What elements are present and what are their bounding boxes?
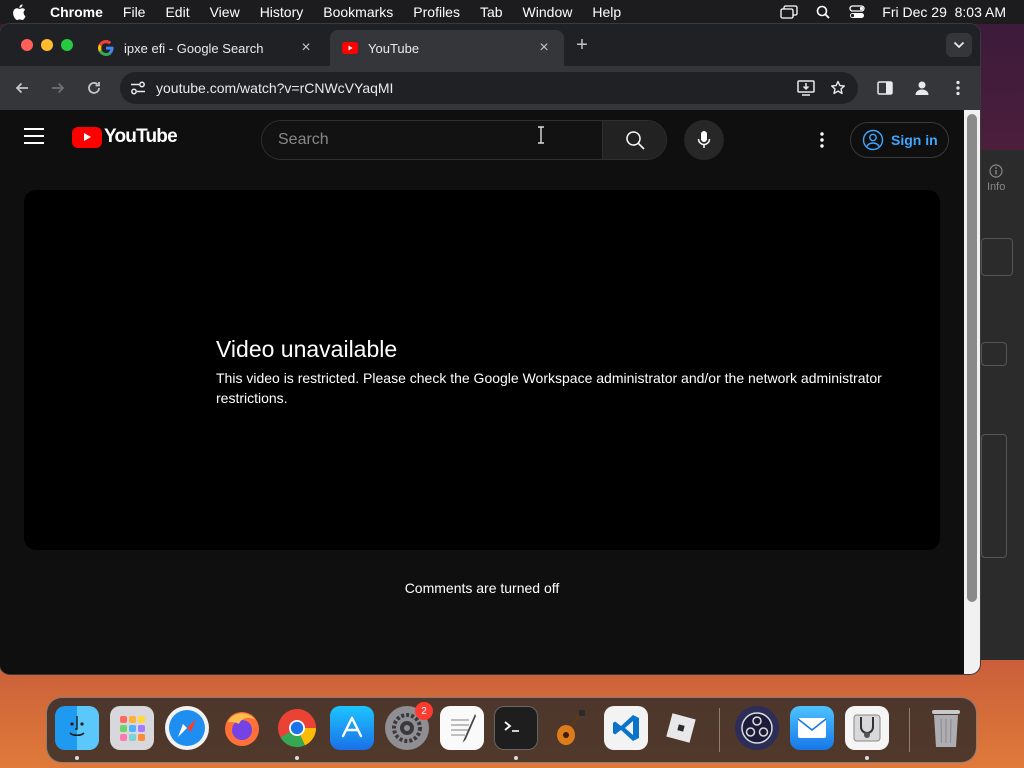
youtube-settings-menu-icon[interactable]: [808, 126, 836, 154]
youtube-wordmark: YouTube: [104, 126, 178, 147]
menubar-clock[interactable]: Fri Dec 29 8:03 AM: [882, 4, 1006, 20]
youtube-header: YouTube Search Sign in: [0, 110, 964, 166]
trash-icon[interactable]: [924, 706, 968, 750]
menu-window[interactable]: Window: [523, 4, 573, 20]
vscode-icon[interactable]: [604, 706, 648, 750]
reload-button[interactable]: [82, 76, 106, 100]
minimize-window-button[interactable]: [41, 39, 53, 51]
chevron-down-icon: [953, 41, 965, 49]
tab-youtube[interactable]: YouTube ×: [330, 30, 564, 66]
comments-status: Comments are turned off: [404, 580, 560, 596]
terminal-icon[interactable]: [494, 706, 538, 750]
browser-toolbar: youtube.com/watch?v=rCNWcVYaqMI: [0, 66, 980, 110]
text-cursor-icon: [536, 126, 546, 149]
profile-icon: [915, 81, 929, 95]
chrome-icon[interactable]: [275, 706, 319, 750]
maximize-window-button[interactable]: [61, 39, 73, 51]
video-player[interactable]: Video unavailable This video is restrict…: [24, 190, 940, 550]
background-panel: [981, 434, 1007, 558]
tab-google-search[interactable]: ipxe efi - Google Search ×: [86, 30, 326, 66]
youtube-search-box[interactable]: Search: [261, 120, 667, 160]
control-center-icon[interactable]: [848, 3, 866, 21]
profile-button[interactable]: [910, 76, 934, 100]
background-field: [981, 238, 1013, 276]
screen-mirroring-icon[interactable]: [780, 3, 798, 21]
page-scrollbar-thumb[interactable]: [967, 114, 977, 602]
url-text[interactable]: youtube.com/watch?v=rCNWcVYaqMI: [156, 80, 393, 96]
forward-arrow-icon: [52, 82, 65, 94]
menu-view[interactable]: View: [210, 4, 240, 20]
menu-bar: Chrome File Edit View History Bookmarks …: [0, 0, 1024, 24]
info-icon: [989, 164, 1003, 178]
address-bar[interactable]: youtube.com/watch?v=rCNWcVYaqMI: [120, 72, 858, 104]
background-field: [981, 342, 1007, 366]
sign-in-label: Sign in: [891, 132, 938, 148]
chrome-menu-button[interactable]: [946, 76, 970, 100]
video-error-title: Video unavailable: [216, 336, 398, 362]
tab-search-button[interactable]: [946, 33, 972, 57]
back-button[interactable]: [10, 76, 34, 100]
tab-strip: ipxe efi - Google Search × YouTube × +: [0, 24, 980, 66]
menu-tab[interactable]: Tab: [480, 4, 503, 20]
menu-app-name[interactable]: Chrome: [50, 4, 103, 20]
settings-notification-badge: 2: [415, 702, 433, 720]
spotlight-search-icon[interactable]: [814, 3, 832, 21]
app-store-icon[interactable]: [330, 706, 374, 750]
roblox-icon[interactable]: [659, 706, 703, 750]
browser-window: ipxe efi - Google Search × YouTube × + y…: [0, 24, 980, 674]
sign-in-button[interactable]: Sign in: [850, 122, 949, 158]
disk-utility-icon[interactable]: [845, 706, 889, 750]
reload-icon: [88, 82, 100, 94]
side-panel-button[interactable]: [873, 76, 897, 100]
menu-bookmarks[interactable]: Bookmarks: [323, 4, 393, 20]
close-window-button[interactable]: [21, 39, 33, 51]
account-circle-icon: [861, 128, 885, 152]
system-settings-icon[interactable]: 2: [385, 702, 433, 750]
background-info-label: Info: [987, 181, 1006, 193]
voice-search-button[interactable]: [684, 120, 724, 160]
tab-title: YouTube: [368, 40, 420, 56]
back-arrow-icon: [15, 82, 28, 94]
dock: 2: [46, 697, 977, 763]
obs-icon[interactable]: [735, 706, 779, 750]
search-input[interactable]: Search: [262, 121, 603, 159]
menu-file[interactable]: File: [123, 4, 146, 20]
background-info[interactable]: Info: [987, 164, 1005, 193]
menu-help[interactable]: Help: [592, 4, 621, 20]
site-settings-icon[interactable]: [122, 72, 154, 104]
youtube-logo[interactable]: YouTube: [72, 126, 178, 148]
textedit-icon[interactable]: [440, 706, 484, 750]
youtube-play-icon: [72, 126, 102, 148]
new-tab-button[interactable]: +: [572, 35, 592, 56]
search-icon: [625, 131, 645, 150]
close-tab-icon[interactable]: ×: [298, 40, 314, 56]
google-icon: [98, 40, 114, 56]
safari-icon[interactable]: [165, 706, 209, 750]
apple-icon[interactable]: [12, 4, 28, 20]
bookmark-star-icon[interactable]: [826, 76, 850, 100]
garageband-icon[interactable]: [549, 706, 593, 750]
close-tab-icon[interactable]: ×: [536, 40, 552, 56]
launchpad-icon[interactable]: [110, 706, 154, 750]
search-button[interactable]: [602, 121, 666, 159]
firefox-icon[interactable]: [220, 706, 264, 750]
page-content: YouTube Search Sign in Video unavailable…: [0, 110, 964, 674]
microphone-icon: [697, 131, 711, 148]
side-panel-icon: [877, 81, 893, 95]
finder-icon[interactable]: [55, 706, 99, 750]
menu-history[interactable]: History: [260, 4, 304, 20]
tab-title: ipxe efi - Google Search: [124, 40, 264, 56]
forward-button[interactable]: [46, 76, 70, 100]
mail-icon[interactable]: [790, 706, 834, 750]
kebab-menu-icon: [956, 80, 960, 96]
hamburger-menu-icon[interactable]: [24, 128, 48, 148]
install-app-icon[interactable]: [794, 76, 818, 100]
menu-edit[interactable]: Edit: [165, 4, 189, 20]
youtube-icon: [342, 40, 358, 56]
menu-profiles[interactable]: Profiles: [413, 4, 460, 20]
video-error-message: This video is restricted. Please check t…: [216, 370, 882, 406]
